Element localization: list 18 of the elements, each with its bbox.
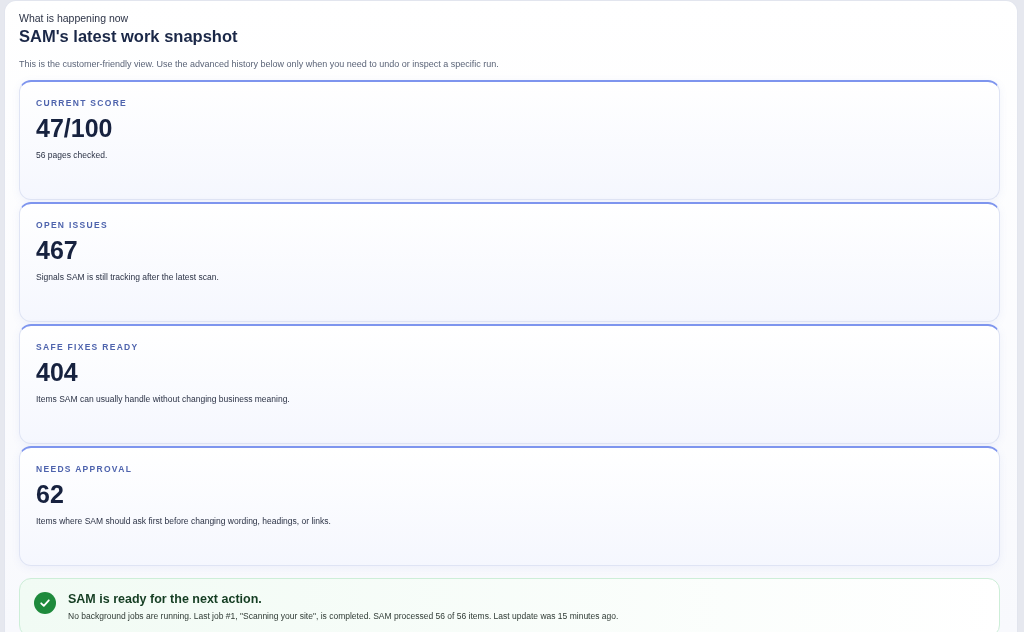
section-title: SAM's latest work snapshot (19, 26, 238, 47)
metric-value: 62 (36, 479, 64, 509)
metric-label: CURRENT SCORE (36, 97, 128, 109)
check-circle-icon (34, 592, 56, 614)
metric-description: 56 pages checked. (36, 149, 108, 161)
section-description: This is the customer-friendly view. Use the advanced history below only when you need to undo or inspect a specific run. (19, 58, 499, 71)
metric-value: 47/100 (36, 113, 113, 143)
eyebrow-text: What is happening now (19, 11, 129, 25)
metric-description: Items where SAM should ask first before changing wording, headings, or links. (36, 515, 331, 527)
status-message: No background jobs are running. Last job #1, "Scanning your site", is completed. SAM processed 56 of 56 items. Last update was 15 minutes ago. (68, 610, 619, 622)
status-title: SAM is ready for the next action. (68, 591, 262, 607)
metric-label: NEEDS APPROVAL (36, 463, 133, 475)
metric-description: Items SAM can usually handle without changing business meaning. (36, 393, 290, 405)
metric-value: 404 (36, 357, 78, 387)
metric-description: Signals SAM is still tracking after the latest scan. (36, 271, 219, 283)
metric-label: SAFE FIXES READY (36, 341, 139, 353)
metric-value: 467 (36, 235, 78, 265)
metric-label: OPEN ISSUES (36, 219, 108, 231)
